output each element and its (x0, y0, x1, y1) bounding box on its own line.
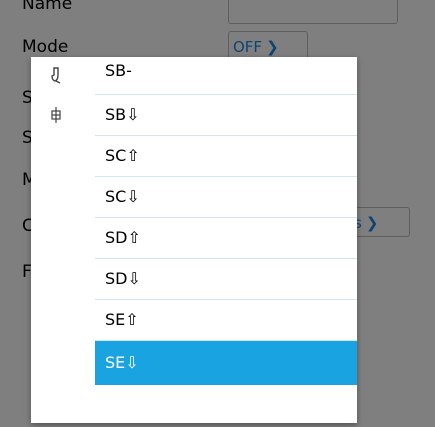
switch-icon (47, 66, 65, 84)
list-item-selected[interactable]: SE⇩ (95, 341, 357, 385)
switch-select-popup: SB- SB⇩ SC⇧ SC⇩ SD⇧ SD⇩ SE⇧ SE⇩ (31, 57, 357, 423)
list-item[interactable]: SB- (95, 57, 357, 95)
list-item[interactable]: SC⇩ (95, 177, 357, 218)
icon-column (31, 57, 95, 423)
list-item[interactable]: SE⇧ (95, 300, 357, 341)
list-item[interactable]: SC⇧ (95, 136, 357, 177)
option-list: SB- SB⇩ SC⇧ SC⇩ SD⇧ SD⇩ SE⇧ SE⇩ (95, 57, 357, 385)
list-item[interactable]: SB⇩ (95, 95, 357, 136)
fuse-icon (47, 106, 65, 124)
list-item[interactable]: SD⇩ (95, 259, 357, 300)
list-item[interactable]: SD⇧ (95, 218, 357, 259)
